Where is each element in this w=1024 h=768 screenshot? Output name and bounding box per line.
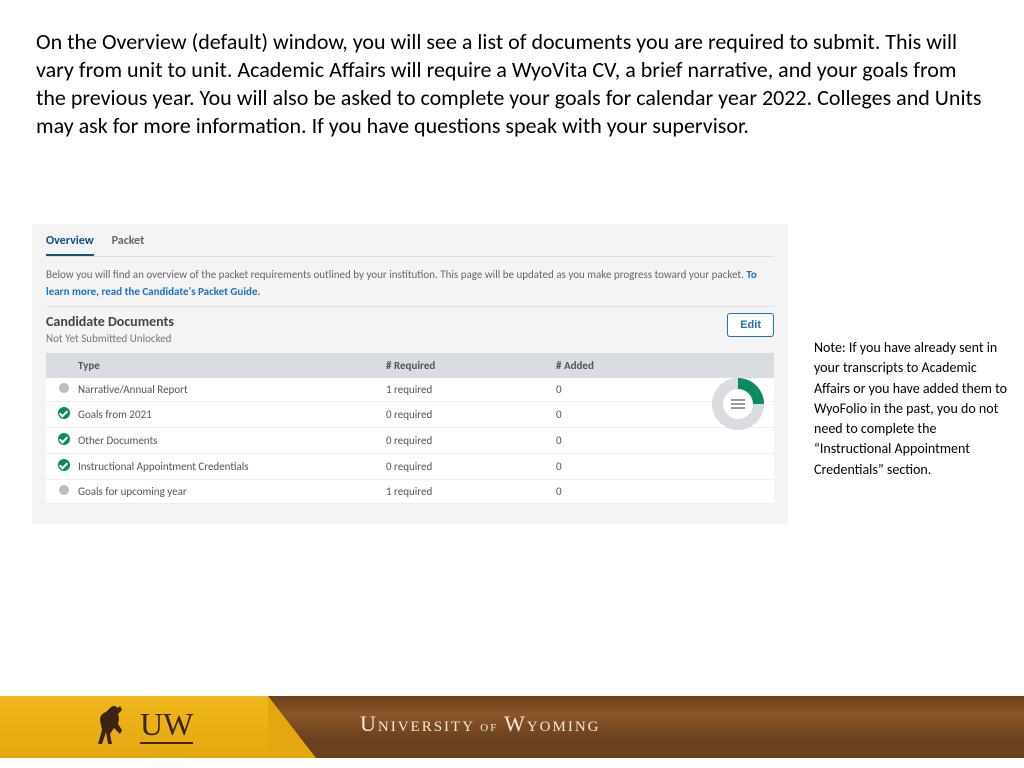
- table-row[interactable]: Other Documents0 required0: [46, 428, 774, 454]
- tab-bar: Overview Packet: [32, 224, 788, 256]
- university-text: UNIVERSITY of WYOMING: [360, 711, 601, 737]
- row-required: 0 required: [386, 460, 556, 473]
- check-circle-icon: [58, 407, 70, 419]
- header-type: Type: [78, 359, 386, 372]
- row-required: 1 required: [386, 485, 556, 498]
- row-added: 0: [556, 434, 676, 447]
- row-type: Other Documents: [78, 434, 386, 447]
- row-added: 0: [556, 485, 676, 498]
- section-title: Candidate Documents: [46, 313, 174, 330]
- uw-logo: UW: [90, 700, 193, 748]
- document-icon: [731, 399, 745, 409]
- table-row[interactable]: Goals from 20210 required0: [46, 402, 774, 428]
- header-added: # Added: [556, 359, 676, 372]
- row-type: Instructional Appointment Credentials: [78, 460, 386, 473]
- cowboy-icon: [90, 700, 130, 748]
- footer: UW UNIVERSITY of WYOMING: [0, 686, 1024, 768]
- row-type: Goals from 2021: [78, 408, 386, 421]
- progress-donut: [712, 378, 764, 430]
- tab-overview[interactable]: Overview: [46, 234, 94, 256]
- dot-icon: [59, 383, 69, 393]
- row-type: Goals for upcoming year: [78, 485, 386, 498]
- row-added: 0: [556, 383, 676, 396]
- table-row[interactable]: Narrative/Annual Report1 required0: [46, 378, 774, 402]
- documents-table: Type # Required # Added Narrative/Annual…: [46, 353, 774, 504]
- row-added: 0: [556, 408, 676, 421]
- dot-icon: [59, 485, 69, 495]
- table-row[interactable]: Goals for upcoming year1 required0: [46, 480, 774, 504]
- table-row[interactable]: Instructional Appointment Credentials0 r…: [46, 454, 774, 480]
- row-type: Narrative/Annual Report: [78, 383, 386, 396]
- uw-text: UW: [140, 706, 193, 743]
- overview-panel: Overview Packet Below you will find an o…: [32, 224, 788, 524]
- instruction-text: Below you will find an overview of the p…: [32, 257, 788, 306]
- row-added: 0: [556, 460, 676, 473]
- check-circle-icon: [58, 433, 70, 445]
- row-required: 1 required: [386, 383, 556, 396]
- side-note: Note: If you have already sent in your t…: [814, 338, 1014, 480]
- edit-button[interactable]: Edit: [727, 313, 774, 337]
- table-header: Type # Required # Added: [46, 353, 774, 378]
- intro-paragraph: On the Overview (default) window, you wi…: [36, 28, 986, 140]
- row-required: 0 required: [386, 434, 556, 447]
- section-subtitle: Not Yet Submitted Unlocked: [46, 332, 174, 345]
- header-required: # Required: [386, 359, 556, 372]
- check-circle-icon: [58, 459, 70, 471]
- row-required: 0 required: [386, 408, 556, 421]
- tab-packet[interactable]: Packet: [112, 234, 145, 256]
- instruction-prefix: Below you will find an overview of the p…: [46, 268, 746, 281]
- section-header: Candidate Documents Not Yet Submitted Un…: [32, 307, 788, 353]
